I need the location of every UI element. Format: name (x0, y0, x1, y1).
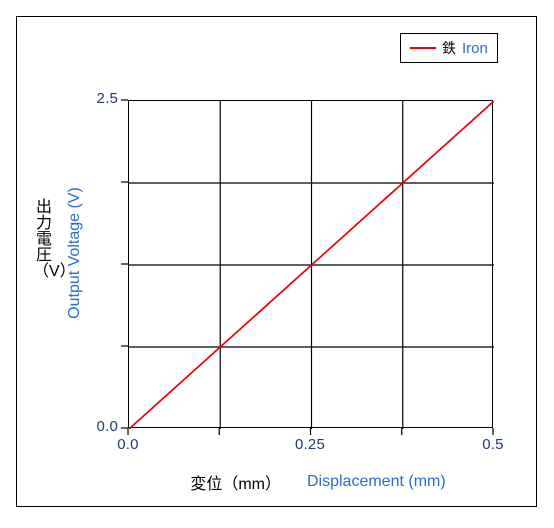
y-axis-title-jp-char-1: 出 (35, 199, 52, 216)
legend-label-jp: 鉄 (442, 40, 456, 56)
x-tick-label-mid: 0.25 (295, 436, 325, 453)
y-tick-label-top: 2.5 (96, 90, 118, 107)
x-tick-label-left: 0.0 (117, 436, 139, 453)
y-axis-title-jp-char-3: 電 (35, 231, 52, 248)
x-axis-title-jp: 変位（mm） (190, 476, 281, 493)
y-axis-title-jp: 出 力 電 圧 （V） (33, 199, 76, 280)
y-axis-title-jp-char-4: 圧 (35, 247, 52, 264)
x-axis-title-en: Displacement (mm) (306, 473, 446, 490)
y-axis-title: 出 力 電 圧 （V） Output Voltage (V) (30, 172, 92, 352)
legend-box: 鉄 Iron (400, 33, 498, 63)
chart-figure: 2.5 0.0 0.0 0.25 0.5 出 力 電 圧 （V） Output … (0, 0, 554, 528)
legend-label-en: Iron (462, 39, 488, 57)
x-axis-title: 変位（mm） Displacement (mm) (128, 468, 508, 496)
x-tick-label-right: 0.5 (482, 436, 504, 453)
y-axis-title-en: Output Voltage (V) (66, 187, 83, 319)
legend-line-swatch-iron (410, 47, 436, 49)
y-axis-title-jp-char-5: （V） (33, 263, 76, 280)
y-axis-title-jp-char-2: 力 (35, 215, 52, 232)
y-tick-label-bottom: 0.0 (96, 418, 118, 435)
